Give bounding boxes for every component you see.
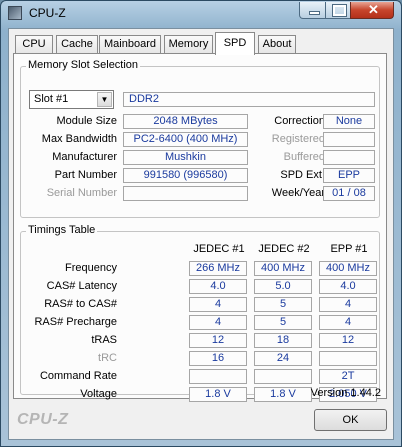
timings-column-header: JEDEC #1 [193, 243, 245, 255]
timings-cell: 5.0 [254, 279, 312, 294]
timings-cell: 1.8 V [254, 387, 312, 402]
close-icon: ✕ [368, 2, 379, 17]
serial-number-label: Serial Number [46, 187, 117, 199]
maximize-button[interactable] [325, 2, 351, 19]
week-year-field: 01 / 08 [323, 186, 375, 201]
timings-cell: 4 [319, 297, 377, 312]
timings-group: Timings Table JEDEC #1 JEDEC #2 EPP #1 Freq… [20, 224, 380, 402]
spd-ext-label: SPD Ext. [280, 169, 325, 181]
tab-mainboard[interactable]: Mainboard [99, 35, 161, 54]
timings-cell: 4.0 [319, 279, 377, 294]
max-bandwidth-field: PC2-6400 (400 MHz) [123, 132, 248, 147]
memory-slot-group: Memory Slot Selection Slot #1 ▼ DDR2 Mod… [20, 59, 380, 218]
app-window: CPU-Z ✕ CPU Cache Mainboard Memory SPD About … [0, 0, 402, 447]
tab-cpu[interactable]: CPU [15, 35, 53, 54]
cpuz-logo: CPU-Z [17, 411, 69, 428]
timings-cell: 18 [254, 333, 312, 348]
tab-spd[interactable]: SPD [215, 32, 255, 55]
timings-group-title: Timings Table [26, 224, 98, 236]
week-year-label: Week/Year [271, 187, 325, 199]
timings-cell [189, 369, 247, 384]
minimize-button[interactable] [299, 2, 326, 19]
timings-row-label: Voltage [80, 388, 117, 400]
timings-row-label: Command Rate [39, 370, 117, 382]
timings-cell: 12 [319, 333, 377, 348]
timings-cell: 16 [189, 351, 247, 366]
registered-label: Registered [271, 133, 325, 145]
timings-cell: 5 [254, 297, 312, 312]
timings-cell: 4 [189, 315, 247, 330]
buffered-label: Buffered [283, 151, 325, 163]
timings-cell [319, 351, 377, 366]
version-label: Version 1.44.2 [310, 387, 381, 399]
timings-cell: 400 MHz [254, 261, 312, 276]
client-area: CPU Cache Mainboard Memory SPD About Memory S… [8, 28, 394, 440]
spd-ext-field: EPP [323, 168, 375, 183]
cpuz-app-icon [8, 6, 22, 20]
timings-cell: 4 [189, 297, 247, 312]
manufacturer-field: Mushkin [123, 150, 248, 165]
memory-slot-group-title: Memory Slot Selection [26, 59, 141, 71]
timings-column-header: EPP #1 [330, 243, 368, 255]
slot-select-value: Slot #1 [34, 93, 69, 105]
ok-button[interactable]: OK [314, 409, 387, 431]
timings-cell: 266 MHz [189, 261, 247, 276]
timings-cell: 4.0 [189, 279, 247, 294]
minimize-icon [309, 11, 320, 15]
part-number-label: Part Number [54, 169, 117, 181]
title-bar[interactable]: CPU-Z ✕ [1, 1, 401, 27]
window-title: CPU-Z [29, 6, 66, 20]
close-button[interactable]: ✕ [350, 2, 394, 19]
tab-about[interactable]: About [258, 35, 296, 54]
buffered-field [323, 150, 375, 165]
correction-label: Correction [274, 115, 325, 127]
max-bandwidth-label: Max Bandwidth [41, 133, 117, 145]
timings-cell: 24 [254, 351, 312, 366]
tab-memory[interactable]: Memory [164, 35, 213, 54]
slot-select[interactable]: Slot #1 ▼ [29, 90, 114, 109]
spd-tab-panel: Memory Slot Selection Slot #1 ▼ DDR2 Mod… [13, 53, 387, 402]
module-size-field: 2048 MBytes [123, 114, 248, 129]
timings-row-label: RAS# Precharge [34, 316, 117, 328]
timings-cell: 4 [319, 315, 377, 330]
module-size-label: Module Size [56, 115, 117, 127]
timings-row-label: RAS# to CAS# [44, 298, 117, 310]
timings-cell: 2T [319, 369, 377, 384]
timings-column-header: JEDEC #2 [258, 243, 310, 255]
registered-field [323, 132, 375, 147]
timings-cell: 1.8 V [189, 387, 247, 402]
chevron-down-icon[interactable]: ▼ [97, 92, 112, 107]
timings-row-label: tRAS [91, 334, 117, 346]
memory-type-field: DDR2 [123, 92, 375, 107]
maximize-icon [332, 4, 347, 17]
timings-row-label: tRC [98, 352, 117, 364]
timings-cell: 5 [254, 315, 312, 330]
timings-row-label: CAS# Latency [46, 280, 117, 292]
part-number-field: 991580 (996580) [123, 168, 248, 183]
timings-row-label: Frequency [65, 262, 117, 274]
correction-field: None [323, 114, 375, 129]
timings-cell [254, 369, 312, 384]
manufacturer-label: Manufacturer [52, 151, 117, 163]
timings-cell: 400 MHz [319, 261, 377, 276]
tab-cache[interactable]: Cache [56, 35, 98, 54]
timings-cell: 12 [189, 333, 247, 348]
serial-number-field [123, 186, 248, 201]
